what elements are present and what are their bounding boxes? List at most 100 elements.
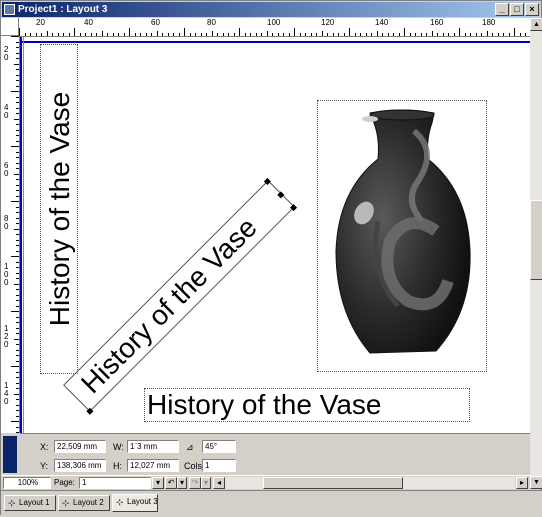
ruler-tick [333, 33, 334, 36]
ruler-tick [157, 31, 158, 36]
ruler-tick [16, 377, 19, 378]
horizontal-scroll-thumb[interactable] [263, 477, 403, 489]
ruler-tick [16, 152, 19, 153]
ruler-tick [11, 311, 19, 312]
horizontal-ruler[interactable]: 20 40 60 80 100 120 140 160 180 [19, 18, 530, 37]
y-label: Y: [40, 461, 49, 471]
vertical-text-box[interactable]: History of the Vase [40, 44, 78, 374]
scroll-up-button[interactable]: ▲ [530, 18, 542, 31]
measurements-palette-bar[interactable] [1, 434, 20, 475]
ruler-tick [19, 28, 20, 36]
undo-icon[interactable]: ↶ [165, 477, 177, 489]
ruler-origin[interactable] [1, 18, 19, 36]
ruler-tick [16, 405, 19, 406]
ruler-tick [173, 33, 174, 36]
ruler-label: 0 [4, 397, 9, 406]
ruler-tick [492, 33, 493, 36]
ruler-tick [69, 33, 70, 36]
ruler-tick [14, 119, 19, 120]
ruler-tick [16, 223, 19, 224]
ruler-tick [305, 33, 306, 36]
h-field[interactable]: 12,027 mm [127, 459, 179, 472]
ruler-tick [311, 33, 312, 36]
ruler-label: 80 [207, 18, 216, 27]
picture-box[interactable] [317, 100, 487, 372]
ruler-tick [465, 33, 466, 36]
ruler-tick [162, 33, 163, 36]
palette-titlebar[interactable] [3, 436, 17, 473]
ruler-tick [300, 33, 301, 36]
ruler-tick [432, 31, 433, 36]
ruler-tick [14, 284, 19, 285]
angle-field[interactable]: 45° [202, 440, 236, 453]
ruler-label: 100 [267, 18, 281, 27]
ruler-tick [16, 306, 19, 307]
ruler-tick [481, 33, 482, 36]
ruler-tick [195, 33, 196, 36]
ruler-tick [201, 33, 202, 36]
ruler-tick [107, 33, 108, 36]
ruler-tick [58, 33, 59, 36]
ruler-tick [80, 33, 81, 36]
redo-dropdown-button[interactable]: ▾ [201, 477, 211, 489]
ruler-tick [404, 28, 405, 36]
ruler-tick [16, 185, 19, 186]
ruler-tick [16, 399, 19, 400]
ruler-tick [16, 300, 19, 301]
column-guide [23, 37, 24, 433]
ruler-tick [393, 33, 394, 36]
w-field[interactable]: 1¨3 mm [127, 440, 179, 453]
horizontal-text-box[interactable]: History of the Vase [144, 388, 470, 422]
maximize-button[interactable]: □ [510, 3, 524, 16]
ruler-tick [206, 33, 207, 36]
scroll-right-button[interactable]: ▸ [516, 477, 528, 489]
tab-layout-1[interactable]: ⊹ Layout 1 [4, 495, 56, 511]
ruler-tick [41, 33, 42, 36]
ruler-tick [16, 130, 19, 131]
undo-dropdown-button[interactable]: ▾ [177, 477, 187, 489]
vertical-scrollbar[interactable]: ▲ ▼ [530, 18, 542, 489]
ruler-tick [421, 33, 422, 36]
page-field[interactable]: 1 [79, 477, 151, 489]
ruler-tick [16, 427, 19, 428]
x-label: X: [40, 442, 49, 452]
minimize-button[interactable]: _ [495, 3, 509, 16]
x-field[interactable]: 22,509 mm [54, 440, 106, 453]
ruler-tick [498, 33, 499, 36]
ruler-tick [16, 75, 19, 76]
ruler-tick [316, 33, 317, 36]
scroll-left-button[interactable]: ◂ [213, 477, 225, 489]
diagonal-text-box[interactable]: History of the Vase [63, 177, 298, 415]
scroll-thumb[interactable] [530, 200, 542, 280]
ruler-tick [85, 33, 86, 36]
zoom-field[interactable]: 100% [3, 477, 51, 489]
ruler-tick [487, 31, 488, 36]
ruler-tick [14, 394, 19, 395]
page-dropdown-button[interactable]: ▾ [152, 477, 164, 489]
ruler-tick [16, 212, 19, 213]
ruler-tick [267, 31, 268, 36]
ruler-tick [223, 33, 224, 36]
layout-canvas[interactable]: History of the Vase History of the Vase … [20, 37, 530, 433]
ruler-tick [11, 256, 19, 257]
ruler-tick [217, 33, 218, 36]
ruler-tick [437, 33, 438, 36]
ruler-tick [16, 69, 19, 70]
tab-layout-2[interactable]: ⊹ Layout 2 [58, 495, 110, 511]
ruler-tick [239, 28, 240, 36]
title-bar[interactable]: Project1 : Layout 3 _ □ × [2, 2, 540, 17]
top-margin-guide [20, 41, 530, 43]
ruler-tick [16, 355, 19, 356]
redo-icon[interactable]: ↷ [189, 477, 201, 489]
ruler-tick [355, 33, 356, 36]
ruler-tick [16, 108, 19, 109]
ruler-tick [16, 328, 19, 329]
ruler-tick [377, 31, 378, 36]
y-field[interactable]: 138,306 mm [54, 459, 106, 472]
tab-layout-3[interactable]: ⊹ Layout 3 [112, 494, 158, 512]
close-button[interactable]: × [525, 3, 539, 16]
scroll-down-button[interactable]: ▼ [530, 476, 542, 489]
cols-field[interactable]: 1 [202, 459, 236, 472]
vertical-ruler[interactable]: 2 0 4 0 6 0 8 0 1 0 0 1 2 0 1 4 0 [1, 36, 20, 433]
ruler-tick [16, 135, 19, 136]
